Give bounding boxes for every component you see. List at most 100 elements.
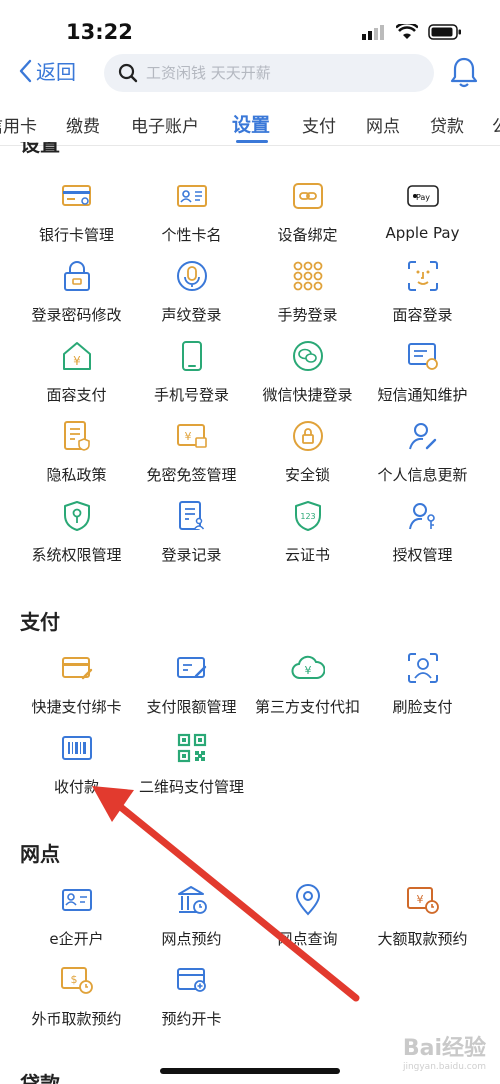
grid-label: 网点查询	[277, 930, 338, 948]
tab-pay[interactable]: 支付	[302, 112, 336, 137]
search-input[interactable]	[146, 64, 406, 82]
grid-label: 免密免签管理	[146, 466, 237, 484]
grid-item-password-free[interactable]: ¥ 免密免签管理	[129, 418, 254, 485]
tab-credit-card[interactable]: 信用卡	[0, 112, 37, 137]
card-pen-icon	[61, 657, 92, 680]
grid-label: 网点预约	[161, 930, 222, 948]
grid-item-privacy-policy[interactable]: 隐私政策	[14, 418, 139, 485]
grid-item-branch-booking[interactable]: 网点预约	[129, 882, 254, 949]
grid-item-login-record[interactable]: 登录记录	[129, 498, 254, 565]
grid-label: 手势登录	[277, 306, 338, 324]
shield-key-icon	[63, 501, 90, 531]
watermark-brand: Bai经验	[402, 1036, 486, 1061]
signal-icon	[362, 25, 384, 40]
grid-item-login-password[interactable]: 登录密码修改	[14, 258, 139, 325]
tab-loan[interactable]: 贷款	[430, 112, 464, 137]
grid-label: 面容支付	[46, 386, 107, 404]
grid-item-foreign-withdrawal[interactable]: $ 外币取款预约	[14, 962, 139, 1029]
section-title-loan: 贷款	[20, 1072, 60, 1084]
svg-text:Pay: Pay	[415, 193, 429, 202]
card-plus-icon	[176, 968, 206, 992]
grid-label: 个性卡名	[161, 226, 222, 244]
message-settings-icon	[407, 343, 438, 370]
grid-item-face-login[interactable]: 面容登录	[360, 258, 485, 325]
status-icons	[362, 24, 462, 40]
grid-item-e-enterprise-open[interactable]: e企开户	[14, 882, 139, 949]
grid-item-large-withdrawal[interactable]: ¥ 大额取款预约	[360, 882, 485, 949]
grid-item-personal-info[interactable]: 个人信息更新	[360, 418, 485, 485]
section-title-payment: 支付	[20, 610, 60, 634]
wechat-icon	[292, 341, 323, 371]
grid-label: 安全锁	[284, 466, 330, 484]
grid-label: 快捷支付绑卡	[31, 698, 122, 716]
grid-label: 系统权限管理	[31, 546, 122, 564]
grid-item-receive-pay[interactable]: 收付款	[14, 730, 139, 797]
chevron-left-icon	[19, 59, 32, 82]
grid-item-branch-search[interactable]: 网点查询	[245, 882, 370, 949]
grid-item-wechat-login[interactable]: 微信快捷登录	[245, 338, 370, 405]
tab-e-account[interactable]: 电子账户	[131, 112, 199, 137]
wifi-icon	[396, 24, 418, 39]
grid-item-face-scan-pay[interactable]: 刷脸支付	[360, 650, 485, 717]
grid-item-face-pay[interactable]: ¥ 面容支付	[14, 338, 139, 405]
circle-lock-icon	[292, 421, 323, 451]
grid-item-phone-login[interactable]: 手机号登录	[129, 338, 254, 405]
document-shield-icon	[63, 421, 90, 451]
cloud-yen-icon: ¥	[291, 655, 325, 679]
tab-payment-bills[interactable]: 缴费	[66, 112, 100, 137]
grid-item-gesture-login[interactable]: 手势登录	[245, 258, 370, 325]
bank-card-icon	[61, 185, 91, 206]
grid-item-voice-login[interactable]: 声纹登录	[129, 258, 254, 325]
notification-bell[interactable]	[450, 56, 478, 92]
grid-label: 登录密码修改	[31, 306, 122, 324]
grid-label: e企开户	[49, 930, 104, 948]
grid-label: 第三方支付代扣	[254, 698, 360, 716]
bank-clock-icon	[177, 886, 207, 914]
svg-text:¥: ¥	[304, 664, 311, 677]
grid-label: 二维码支付管理	[138, 778, 244, 796]
tab-more-cut[interactable]: 公	[492, 112, 500, 137]
tab-branch[interactable]: 网点	[366, 112, 400, 137]
card-edit-icon	[176, 657, 206, 678]
grid-item-quick-pay-bind[interactable]: 快捷支付绑卡	[14, 650, 139, 717]
grid-item-device-binding[interactable]: 设备绑定	[245, 178, 370, 245]
grid-label: 登录记录	[161, 546, 222, 564]
grid-item-apple-pay[interactable]: Pay Apple Pay	[360, 178, 485, 242]
gesture-dots-icon	[293, 261, 322, 291]
face-frame-icon	[407, 653, 438, 683]
card-lock-icon: ¥	[176, 424, 207, 448]
grid-item-qr-pay-manage[interactable]: 二维码支付管理	[129, 730, 254, 797]
grid-item-system-permission[interactable]: 系统权限管理	[14, 498, 139, 565]
battery-icon	[428, 24, 461, 40]
grid-label: 银行卡管理	[38, 226, 114, 244]
phone-icon	[181, 341, 202, 371]
back-label: 返回	[36, 60, 76, 84]
link-box-icon	[292, 183, 323, 209]
barcode-icon	[61, 736, 92, 760]
grid-item-authorization[interactable]: 授权管理	[360, 498, 485, 565]
svg-text:$: $	[70, 973, 77, 986]
grid-item-third-party-pay[interactable]: ¥ 第三方支付代扣	[245, 650, 370, 717]
section-title-settings: 设置	[20, 142, 60, 154]
grid-item-security-lock[interactable]: 安全锁	[245, 418, 370, 485]
header: 返回	[0, 50, 500, 96]
grid-item-sms-notify[interactable]: 短信通知维护	[360, 338, 485, 405]
grid-label: 微信快捷登录	[262, 386, 353, 404]
svg-text:¥: ¥	[416, 893, 423, 906]
category-tabs: 信用卡 缴费 电子账户 设置 支付 网点 贷款 公	[0, 100, 500, 146]
search-box[interactable]	[104, 54, 434, 92]
grid-item-booking-open-card[interactable]: 预约开卡	[129, 962, 254, 1029]
lock-icon	[63, 261, 90, 291]
grid-item-pay-limit[interactable]: 支付限额管理	[129, 650, 254, 717]
active-tab-indicator	[236, 140, 268, 143]
back-button[interactable]: 返回	[18, 56, 76, 85]
home-indicator	[160, 1068, 340, 1074]
grid-item-cloud-certificate[interactable]: 123 云证书	[245, 498, 370, 565]
document-user-icon	[178, 501, 204, 530]
tab-settings[interactable]: 设置	[232, 110, 270, 137]
grid-item-bank-card-manage[interactable]: 银行卡管理	[14, 178, 139, 245]
grid-label: 个人信息更新	[377, 466, 468, 484]
grid-label: 刷脸支付	[392, 698, 453, 716]
id-badge-icon	[61, 889, 92, 911]
grid-item-card-name[interactable]: 个性卡名	[129, 178, 254, 245]
